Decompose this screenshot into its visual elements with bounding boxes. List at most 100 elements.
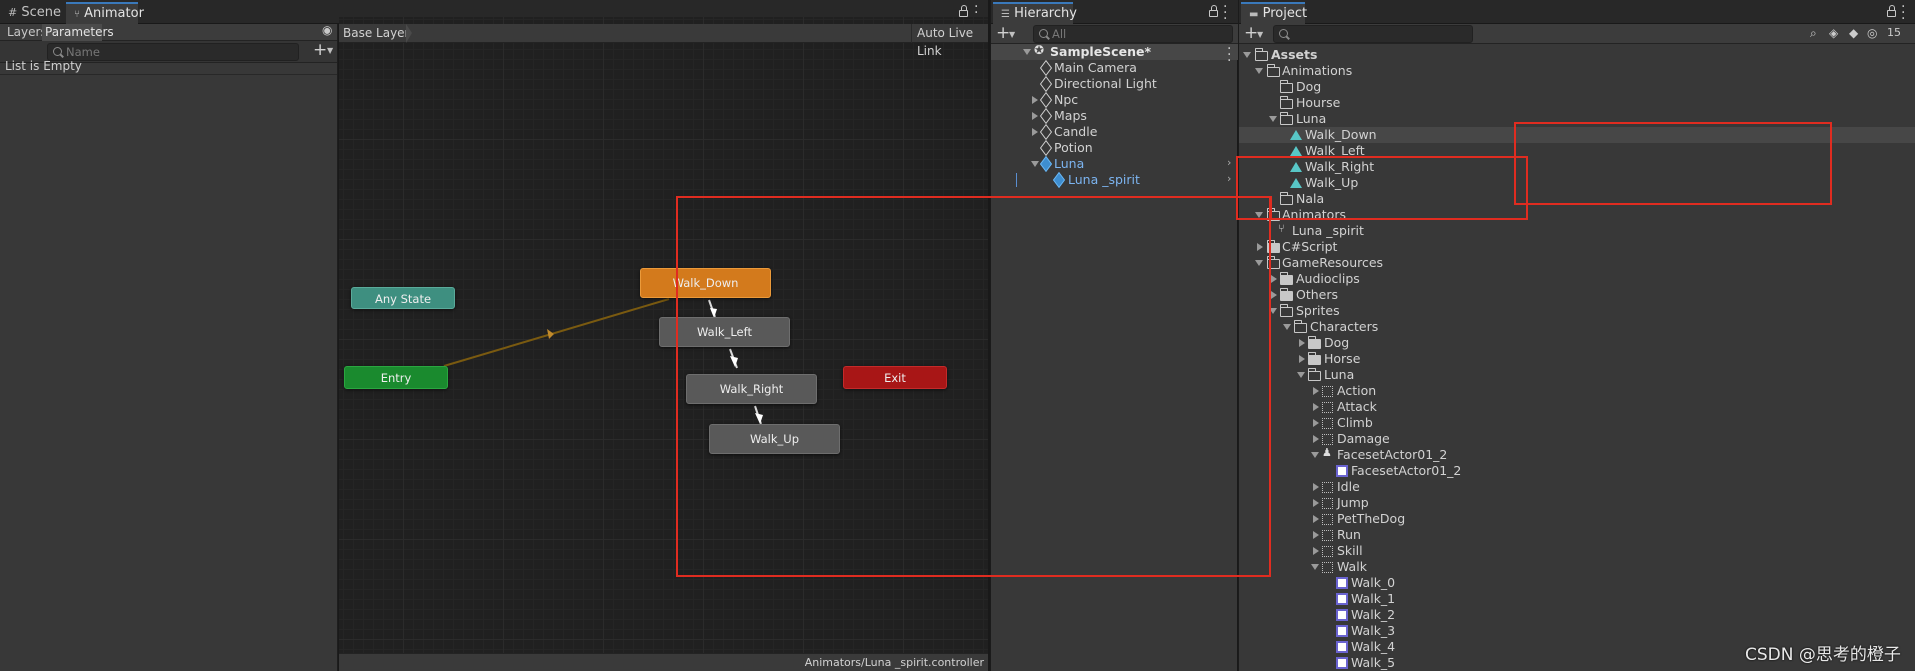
hierarchy-item[interactable]: Npc <box>991 91 1238 109</box>
expand-arrow-icon[interactable] <box>1299 339 1305 347</box>
tab-hierarchy[interactable]: ☰ Hierarchy <box>993 2 1077 24</box>
breadcrumb[interactable]: Base Layer <box>343 24 410 43</box>
expand-arrow-icon[interactable] <box>1032 96 1038 104</box>
expand-arrow-icon[interactable] <box>1313 435 1319 443</box>
hierarchy-item[interactable]: Directional Light <box>991 75 1238 93</box>
hidden-packages-icon[interactable]: ◎ <box>1867 26 1877 40</box>
chevron-down-icon[interactable]: ▼ <box>1009 30 1015 39</box>
more-icon[interactable]: ··· <box>1223 0 1227 26</box>
tree-item[interactable]: Walk_1 <box>1239 591 1915 607</box>
eye-icon[interactable]: ◉ <box>322 23 332 37</box>
chevron-right-icon[interactable]: › <box>1227 156 1231 169</box>
state-exit[interactable]: Exit <box>843 366 947 389</box>
expand-arrow-icon[interactable] <box>1313 483 1319 491</box>
tree-item[interactable]: Walk_3 <box>1239 623 1915 639</box>
chevron-right-icon[interactable]: › <box>1227 172 1231 185</box>
expand-arrow-icon[interactable] <box>1313 547 1319 555</box>
tree-item[interactable]: Attack <box>1239 399 1915 415</box>
expand-arrow-icon[interactable] <box>1297 372 1305 378</box>
state-walk-right[interactable]: Walk_Right <box>686 374 817 404</box>
tree-item[interactable]: Audioclips <box>1239 271 1915 287</box>
tree-item[interactable]: FacesetActor01_2 <box>1239 463 1915 479</box>
tree-item[interactable]: Nala <box>1239 191 1915 207</box>
tree-item[interactable]: Animations <box>1239 63 1915 79</box>
tree-item[interactable]: Sprites <box>1239 303 1915 319</box>
lock-icon[interactable] <box>959 5 968 17</box>
expand-arrow-icon[interactable] <box>1313 531 1319 539</box>
chevron-down-icon[interactable]: ▼ <box>1257 30 1263 39</box>
lock-icon[interactable] <box>1887 5 1896 17</box>
tree-item[interactable]: Others <box>1239 287 1915 303</box>
tree-item-assets[interactable]: Assets <box>1239 47 1915 63</box>
tab-layers[interactable]: Layers <box>2 24 47 41</box>
tree-item[interactable]: Climb <box>1239 415 1915 431</box>
expand-arrow-icon[interactable] <box>1313 419 1319 427</box>
tree-item[interactable]: Walk_2 <box>1239 607 1915 623</box>
tree-item[interactable]: Horse <box>1239 351 1915 367</box>
expand-arrow-icon[interactable] <box>1313 515 1319 523</box>
hierarchy-item[interactable]: Candle <box>991 123 1238 141</box>
filter-icon[interactable]: ◈ <box>1829 26 1838 40</box>
scene-row[interactable]: ✪ SampleScene* · · · <box>991 42 1238 68</box>
expand-arrow-icon[interactable] <box>1269 116 1277 122</box>
expand-arrow-icon[interactable] <box>1313 403 1319 411</box>
expand-arrow-icon[interactable] <box>1257 243 1263 251</box>
more-icon[interactable]: ··· <box>1901 0 1905 26</box>
tree-item[interactable]: Idle <box>1239 479 1915 495</box>
chevron-down-icon[interactable]: ▼ <box>327 46 333 55</box>
auto-live-link-toggle[interactable]: Auto Live Link <box>911 24 988 58</box>
tab-scene[interactable]: # Scene <box>0 2 66 24</box>
hierarchy-item[interactable]: Potion <box>991 139 1238 157</box>
state-entry[interactable]: Entry <box>344 366 448 389</box>
tree-item[interactable]: Dog <box>1239 79 1915 95</box>
hierarchy-search-input[interactable]: All <box>1033 25 1233 43</box>
expand-arrow-icon[interactable] <box>1299 355 1305 363</box>
expand-arrow-icon[interactable] <box>1032 112 1038 120</box>
tree-item[interactable]: Jump <box>1239 495 1915 511</box>
tree-item[interactable]: Walk_Left <box>1239 143 1915 159</box>
tree-item[interactable]: Action <box>1239 383 1915 399</box>
label-icon[interactable]: ◆ <box>1849 26 1858 40</box>
expand-arrow-icon[interactable] <box>1243 52 1251 58</box>
tab-parameters[interactable]: Parameters <box>42 24 114 41</box>
tree-item[interactable]: ⑂ Luna _spirit <box>1239 222 1915 239</box>
tree-item[interactable]: Run <box>1239 527 1915 543</box>
state-walk-left[interactable]: Walk_Left <box>659 317 790 347</box>
expand-arrow-icon[interactable] <box>1311 452 1319 458</box>
tree-item[interactable]: Animators <box>1239 207 1915 223</box>
hierarchy-item-luna[interactable]: Luna › <box>991 155 1238 173</box>
expand-arrow-icon[interactable] <box>1311 564 1319 570</box>
tree-item[interactable]: Walk_Up <box>1239 175 1915 191</box>
tree-item[interactable]: Walk_0 <box>1239 575 1915 591</box>
expand-arrow-icon[interactable] <box>1313 499 1319 507</box>
expand-arrow-icon[interactable] <box>1032 128 1038 136</box>
search-by-type-icon[interactable]: ⌕ <box>1810 26 1817 41</box>
state-walk-up[interactable]: Walk_Up <box>709 424 840 454</box>
tree-item[interactable]: Dog <box>1239 335 1915 351</box>
hierarchy-item[interactable]: Main Camera <box>991 59 1238 77</box>
tree-item[interactable]: Skill <box>1239 543 1915 559</box>
tree-item[interactable]: Walk <box>1239 559 1915 575</box>
tree-item[interactable]: Hourse <box>1239 95 1915 111</box>
expand-arrow-icon[interactable] <box>1255 212 1263 218</box>
tree-item[interactable]: PetTheDog <box>1239 511 1915 527</box>
tree-item[interactable]: Characters <box>1239 319 1915 335</box>
project-search-input[interactable] <box>1273 25 1473 43</box>
tree-item[interactable]: Damage <box>1239 431 1915 447</box>
tree-item[interactable]: GameResources <box>1239 255 1915 271</box>
state-walk-down[interactable]: Walk_Down <box>640 268 771 298</box>
expand-arrow-icon[interactable] <box>1271 291 1277 299</box>
tab-animator[interactable]: ⑂ Animator <box>66 2 144 24</box>
tree-item[interactable]: Luna <box>1239 367 1915 383</box>
expand-arrow-icon[interactable] <box>1255 68 1263 74</box>
expand-arrow-icon[interactable] <box>1313 387 1319 395</box>
tree-item[interactable]: Walk_Right <box>1239 159 1915 175</box>
tab-project[interactable]: ▬ Project <box>1241 2 1307 24</box>
expand-arrow-icon[interactable] <box>1269 308 1277 314</box>
tree-item[interactable]: ♟ FacesetActor01_2 <box>1239 446 1915 463</box>
tree-item[interactable]: Walk_Down <box>1239 127 1915 143</box>
add-parameter-button[interactable]: + <box>313 40 327 60</box>
tree-item[interactable]: Luna <box>1239 111 1915 127</box>
expand-arrow-icon[interactable] <box>1283 324 1291 330</box>
expand-arrow-icon[interactable] <box>1271 275 1277 283</box>
